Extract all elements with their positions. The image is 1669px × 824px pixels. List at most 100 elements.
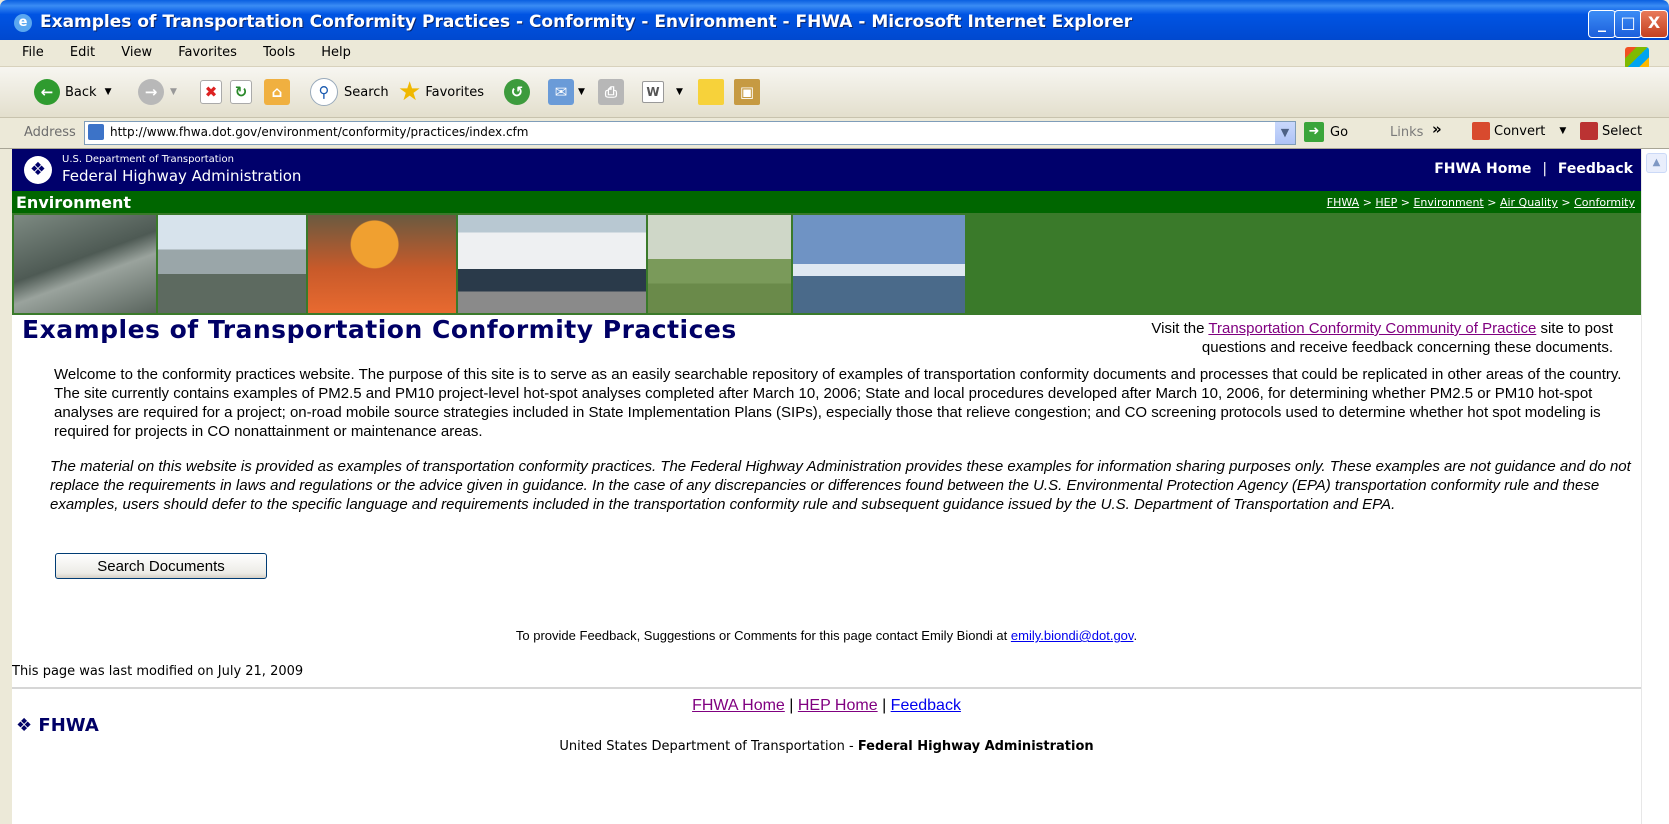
- close-window-button[interactable]: X: [1640, 10, 1668, 38]
- favorites-button[interactable]: ★ Favorites: [398, 77, 484, 107]
- search-button[interactable]: ⚲ Search: [310, 78, 389, 106]
- header-separator: |: [1542, 161, 1548, 177]
- address-input[interactable]: http://www.fhwa.dot.gov/environment/conf…: [84, 121, 1296, 145]
- back-arrow-icon: ←: [34, 79, 60, 105]
- edit-button[interactable]: W ▼: [642, 79, 683, 105]
- windows-logo-icon: [1625, 47, 1649, 69]
- minimize-button[interactable]: _: [1588, 10, 1616, 38]
- maximize-button[interactable]: □: [1614, 10, 1642, 38]
- scroll-up-icon[interactable]: ▲: [1646, 153, 1667, 173]
- history-button[interactable]: ↺: [504, 79, 530, 105]
- web-page-content: ❖ U.S. Department of Transportation Fede…: [12, 149, 1641, 824]
- header-links: FHWA Home | Feedback: [1434, 161, 1633, 177]
- research-button[interactable]: ▣: [734, 79, 760, 105]
- footer-fhwa-home-link[interactable]: FHWA Home: [692, 697, 785, 714]
- refresh-button[interactable]: ↻: [230, 79, 252, 105]
- footer-hep-home-link[interactable]: HEP Home: [798, 697, 878, 714]
- back-button[interactable]: ← Back ▼: [34, 79, 111, 105]
- breadcrumb: FHWA > HEP > Environment > Air Quality >…: [1327, 196, 1635, 209]
- community-of-practice-note: Visit the Transportation Conformity Comm…: [1151, 320, 1613, 356]
- forward-button[interactable]: → ▼: [138, 79, 177, 105]
- highway-interchange-photo: [14, 215, 156, 313]
- footer-sep: |: [789, 697, 794, 714]
- stop-icon: ✖: [200, 80, 222, 104]
- address-bar: Address http://www.fhwa.dot.gov/environm…: [0, 118, 1669, 149]
- note-icon: [698, 79, 724, 105]
- construction-barrel-photo: [308, 215, 456, 313]
- mail-button[interactable]: ✉ ▼: [548, 79, 585, 105]
- feedback-contact: To provide Feedback, Suggestions or Comm…: [515, 628, 1138, 643]
- go-arrow-icon: ➜: [1304, 122, 1324, 142]
- forward-arrow-icon: →: [138, 79, 164, 105]
- breadcrumb-sep: >: [1487, 196, 1497, 209]
- ie-icon: e: [14, 14, 32, 32]
- forward-dropdown-icon[interactable]: ▼: [170, 87, 177, 97]
- dept-name: U.S. Department of Transportation: [62, 154, 234, 165]
- links-chevron-icon[interactable]: »: [1432, 120, 1442, 138]
- community-of-practice-link[interactable]: Transportation Conformity Community of P…: [1208, 320, 1536, 337]
- standard-toolbar: ← Back ▼ → ▼ ✖ ↻ ⌂ ⚲ Search ★ Favorites …: [0, 67, 1669, 118]
- header-fhwa-home-link[interactable]: FHWA Home: [1434, 161, 1531, 177]
- breadcrumb-sep: >: [1362, 196, 1372, 209]
- select-button[interactable]: Select: [1580, 122, 1642, 140]
- breadcrumb-hep[interactable]: HEP: [1375, 196, 1397, 209]
- go-button[interactable]: ➜ Go: [1304, 122, 1348, 142]
- print-button[interactable]: ⎙: [598, 79, 624, 105]
- back-dropdown-icon[interactable]: ▼: [105, 87, 112, 97]
- site-header: ❖ U.S. Department of Transportation Fede…: [12, 149, 1641, 191]
- discuss-button[interactable]: [698, 79, 724, 105]
- breadcrumb-environment[interactable]: Environment: [1413, 196, 1483, 209]
- menu-favorites[interactable]: Favorites: [178, 45, 237, 60]
- pdf-convert-icon: [1472, 122, 1490, 140]
- contact-email-link[interactable]: emily.biondi@dot.gov: [1011, 628, 1134, 643]
- fhwa-logo-icon: ❖: [16, 715, 33, 736]
- menu-view[interactable]: View: [121, 45, 152, 60]
- vertical-scrollbar[interactable]: ▲: [1641, 149, 1669, 824]
- bus-photo: [458, 215, 646, 313]
- breadcrumb-conformity[interactable]: Conformity: [1574, 196, 1635, 209]
- mail-icon: ✉: [548, 79, 574, 105]
- home-button[interactable]: ⌂: [264, 79, 290, 105]
- last-modified: This page was last modified on July 21, …: [12, 664, 304, 679]
- welcome-paragraph: Welcome to the conformity practices webs…: [54, 366, 1622, 440]
- breadcrumb-fhwa[interactable]: FHWA: [1327, 196, 1359, 209]
- address-dropdown-icon[interactable]: ▼: [1275, 122, 1295, 144]
- footer-feedback-link[interactable]: Feedback: [891, 697, 961, 714]
- history-icon: ↺: [504, 79, 530, 105]
- breadcrumb-sep: >: [1561, 196, 1571, 209]
- section-bar: Environment FHWA > HEP > Environment > A…: [12, 191, 1641, 213]
- menu-tools[interactable]: Tools: [263, 45, 295, 60]
- highway-traffic-photo: [158, 215, 306, 313]
- footer-sep: |: [882, 697, 887, 714]
- search-icon: ⚲: [310, 78, 338, 106]
- search-documents-button[interactable]: Search Documents: [55, 553, 267, 579]
- edit-dropdown-icon[interactable]: ▼: [676, 87, 683, 97]
- convert-button[interactable]: Convert ▼: [1472, 122, 1566, 140]
- stop-button[interactable]: ✖: [200, 79, 222, 105]
- cyclist-photo: [648, 215, 791, 313]
- footer-agency-line: United States Department of Transportati…: [559, 739, 1094, 754]
- dot-logo-icon[interactable]: ❖: [24, 156, 52, 184]
- word-edit-icon: W: [642, 81, 664, 103]
- page-title: Examples of Transportation Conformity Pr…: [22, 315, 737, 344]
- window-title: Examples of Transportation Conformity Pr…: [40, 12, 1133, 32]
- footer-fhwa-logo[interactable]: ❖ FHWA: [16, 715, 99, 736]
- convert-dropdown-icon[interactable]: ▼: [1559, 126, 1566, 136]
- select-icon: [1580, 122, 1598, 140]
- home-icon: ⌂: [264, 79, 290, 105]
- section-title: Environment: [16, 193, 132, 212]
- address-label: Address: [24, 125, 76, 140]
- address-url[interactable]: http://www.fhwa.dot.gov/environment/conf…: [110, 125, 528, 139]
- disclaimer-paragraph: The material on this website is provided…: [50, 458, 1631, 513]
- photo-banner: [12, 213, 1641, 315]
- printer-icon: ⎙: [598, 79, 624, 105]
- footer-links: FHWA Home | HEP Home | Feedback: [12, 697, 1641, 715]
- header-feedback-link[interactable]: Feedback: [1558, 161, 1633, 177]
- menu-bar: File Edit View Favorites Tools Help: [0, 40, 1669, 69]
- menu-file[interactable]: File: [22, 45, 44, 60]
- breadcrumb-air-quality[interactable]: Air Quality: [1500, 196, 1558, 209]
- mail-dropdown-icon[interactable]: ▼: [578, 87, 585, 97]
- menu-help[interactable]: Help: [321, 45, 351, 60]
- menu-edit[interactable]: Edit: [70, 45, 95, 60]
- links-toolbar-label[interactable]: Links: [1390, 125, 1423, 140]
